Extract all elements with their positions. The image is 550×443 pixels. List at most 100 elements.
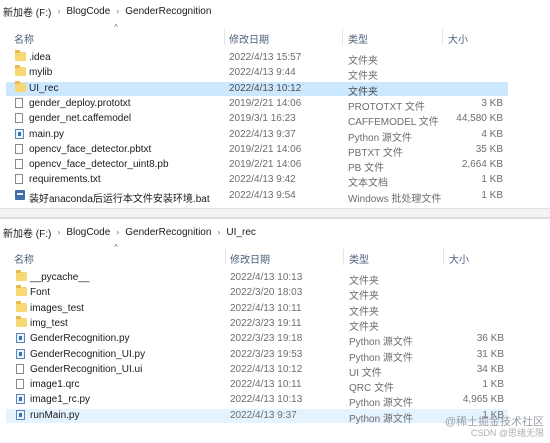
breadcrumb-drive[interactable]: 新加卷 (F:) <box>3 225 51 240</box>
chevron-right-icon: › <box>217 227 221 237</box>
python-file-icon <box>16 333 25 344</box>
breadcrumb: 新加卷 (F:) › BlogCode › GenderRecognition <box>0 0 550 22</box>
file-type: QRC 文件 <box>349 383 394 395</box>
file-row[interactable]: Font 2022/3/20 18:03 文件夹 <box>0 285 550 303</box>
folder-icon <box>16 270 27 281</box>
file-row[interactable]: UI_rec 2022/4/13 10:12 文件夹 <box>6 80 508 98</box>
file-name: image1_rc.py <box>30 394 91 406</box>
file-name: GenderRecognition_UI.ui <box>30 363 143 375</box>
file-row[interactable]: requirements.txt 2022/4/13 9:42 文本文档 1 KB <box>0 173 550 190</box>
file-name: mylib <box>29 67 53 79</box>
file-size: 1 KB <box>481 174 503 186</box>
explorer-pane-ui-rec: 新加卷 (F:) › BlogCode › GenderRecognition … <box>0 218 550 443</box>
file-row[interactable]: gender_net.caffemodel 2019/3/1 16:23 CAFFE… <box>0 112 550 128</box>
file-type: PROTOTXT 文件 <box>348 101 425 113</box>
file-date: 2022/4/13 10:11 <box>230 379 302 391</box>
column-name[interactable]: 名称 <box>14 31 34 46</box>
file-name: GenderRecognition.py <box>30 333 130 345</box>
column-date[interactable]: 修改日期 <box>230 251 270 266</box>
file-name: opencv_face_detector.pbtxt <box>29 143 152 155</box>
folder-icon <box>16 285 27 297</box>
file-name: GenderRecognition_UI.py <box>30 348 146 360</box>
file-type: 文本文档 <box>348 178 388 190</box>
python-file-icon <box>16 409 25 420</box>
batch-file-icon <box>15 189 25 200</box>
file-row[interactable]: main.py 2022/4/13 9:37 Python 源文件 4 KB <box>0 128 550 144</box>
file-type: Python 源文件 <box>349 352 413 364</box>
file-row[interactable]: 装好anaconda后运行本文件安装环境.bat 2022/4/13 9:54 Wi… <box>0 189 550 205</box>
file-date: 2022/4/13 10:11 <box>230 302 302 314</box>
file-type: Python 源文件 <box>349 413 413 425</box>
file-size: 34 KB <box>476 363 504 375</box>
breadcrumb-blogcode[interactable]: BlogCode <box>66 227 110 238</box>
watermark-line2: CSDN @思绪无限 <box>470 428 544 438</box>
python-file-icon <box>15 128 24 139</box>
sort-arrow-icon: ^ <box>114 243 118 252</box>
file-type: 文件夹 <box>349 306 379 318</box>
breadcrumb-ui-rec[interactable]: UI_rec <box>226 227 255 238</box>
file-name: gender_deploy.prototxt <box>29 97 131 109</box>
breadcrumb-drive[interactable]: 新加卷 (F:) <box>3 4 51 19</box>
file-size: 4 KB <box>481 128 503 140</box>
column-type[interactable]: 类型 <box>348 31 368 46</box>
file-name: main.py <box>29 128 65 140</box>
file-date: 2019/3/1 16:23 <box>229 113 296 125</box>
file-name: img_test <box>30 317 68 329</box>
file-date: 2019/2/21 14:06 <box>229 159 302 171</box>
file-name: image1.qrc <box>30 379 80 391</box>
file-date: 2019/2/21 14:06 <box>229 143 302 155</box>
file-date: 2022/3/20 18:03 <box>230 287 303 299</box>
file-row[interactable]: GenderRecognition_UI.py 2022/3/23 19:53 Py… <box>0 348 550 364</box>
file-date: 2022/4/13 9:42 <box>229 174 296 186</box>
column-size[interactable]: 大小 <box>448 31 468 46</box>
breadcrumb-blogcode[interactable]: BlogCode <box>66 6 110 17</box>
column-header: ^ 名称 修改日期 类型 大小 <box>0 23 550 46</box>
folder-icon <box>15 65 26 77</box>
file-date: 2022/4/13 10:12 <box>230 363 303 375</box>
file-row[interactable]: image1.qrc 2022/4/13 10:11 QRC 文件 1 KB <box>0 378 550 395</box>
file-type: 文件夹 <box>348 86 378 98</box>
file-type: 文件夹 <box>349 276 379 287</box>
file-date: 2022/4/13 9:37 <box>229 128 296 140</box>
file-row[interactable]: mylib 2022/4/13 9:44 文件夹 <box>0 65 550 82</box>
file-row[interactable]: image1_rc.py 2022/4/13 10:13 Python 源文件 4,9… <box>0 393 550 409</box>
file-row[interactable]: img_test 2022/3/23 19:11 文件夹 <box>0 315 550 333</box>
file-date: 2022/3/23 19:53 <box>230 348 303 360</box>
file-row[interactable]: runMain.py 2022/4/13 9:37 Python 源文件 1 KB <box>6 408 508 425</box>
breadcrumb-genderrecognition[interactable]: GenderRecognition <box>125 227 211 238</box>
column-name[interactable]: 名称 <box>14 251 34 266</box>
file-name: UI_rec <box>29 82 59 94</box>
breadcrumb-genderrecognition[interactable]: GenderRecognition <box>125 6 211 17</box>
file-row[interactable]: gender_deploy.prototxt 2019/2/21 14:06 PRO… <box>0 97 550 113</box>
folder-icon <box>16 300 27 312</box>
file-size: 1 KB <box>482 379 504 391</box>
file-name: 装好anaconda后运行本文件安装环境.bat <box>29 193 210 205</box>
file-type: PB 文件 <box>348 163 385 175</box>
file-icon <box>15 143 23 154</box>
file-row[interactable]: opencv_face_detector.pbtxt 2019/2/21 14:0… <box>0 143 550 159</box>
file-date: 2022/4/13 9:37 <box>230 409 297 421</box>
chevron-right-icon: › <box>116 227 120 237</box>
file-row[interactable]: __pycache__ 2022/4/13 10:13 文件夹 <box>0 270 550 287</box>
file-row[interactable]: images_test 2022/4/13 10:11 文件夹 <box>0 300 550 318</box>
file-type: Python 源文件 <box>348 132 412 144</box>
file-row[interactable]: opencv_face_detector_uint8.pb 2019/2/21 1… <box>0 158 550 175</box>
file-type: 文件夹 <box>349 291 379 303</box>
file-row[interactable]: .idea 2022/4/13 15:57 文件夹 <box>0 50 550 67</box>
watermark: @稀土掘金技术社区 CSDN @思绪无限 <box>445 417 544 439</box>
folder-icon <box>16 315 27 327</box>
file-row[interactable]: GenderRecognition.py 2022/3/23 19:18 Pytho… <box>0 332 550 348</box>
file-icon <box>15 113 23 124</box>
folder-icon <box>15 50 26 61</box>
file-name: runMain.py <box>30 409 80 421</box>
column-date[interactable]: 修改日期 <box>229 31 269 46</box>
column-type[interactable]: 类型 <box>349 251 369 266</box>
file-icon <box>16 363 24 374</box>
python-file-icon <box>16 348 25 359</box>
file-size: 31 KB <box>476 348 504 360</box>
file-name: Font <box>30 287 51 299</box>
chevron-right-icon: › <box>57 6 61 16</box>
file-size: 44,580 KB <box>456 113 503 125</box>
column-size[interactable]: 大小 <box>449 251 469 266</box>
file-row[interactable]: GenderRecognition_UI.ui 2022/4/13 10:12 UI… <box>0 363 550 379</box>
